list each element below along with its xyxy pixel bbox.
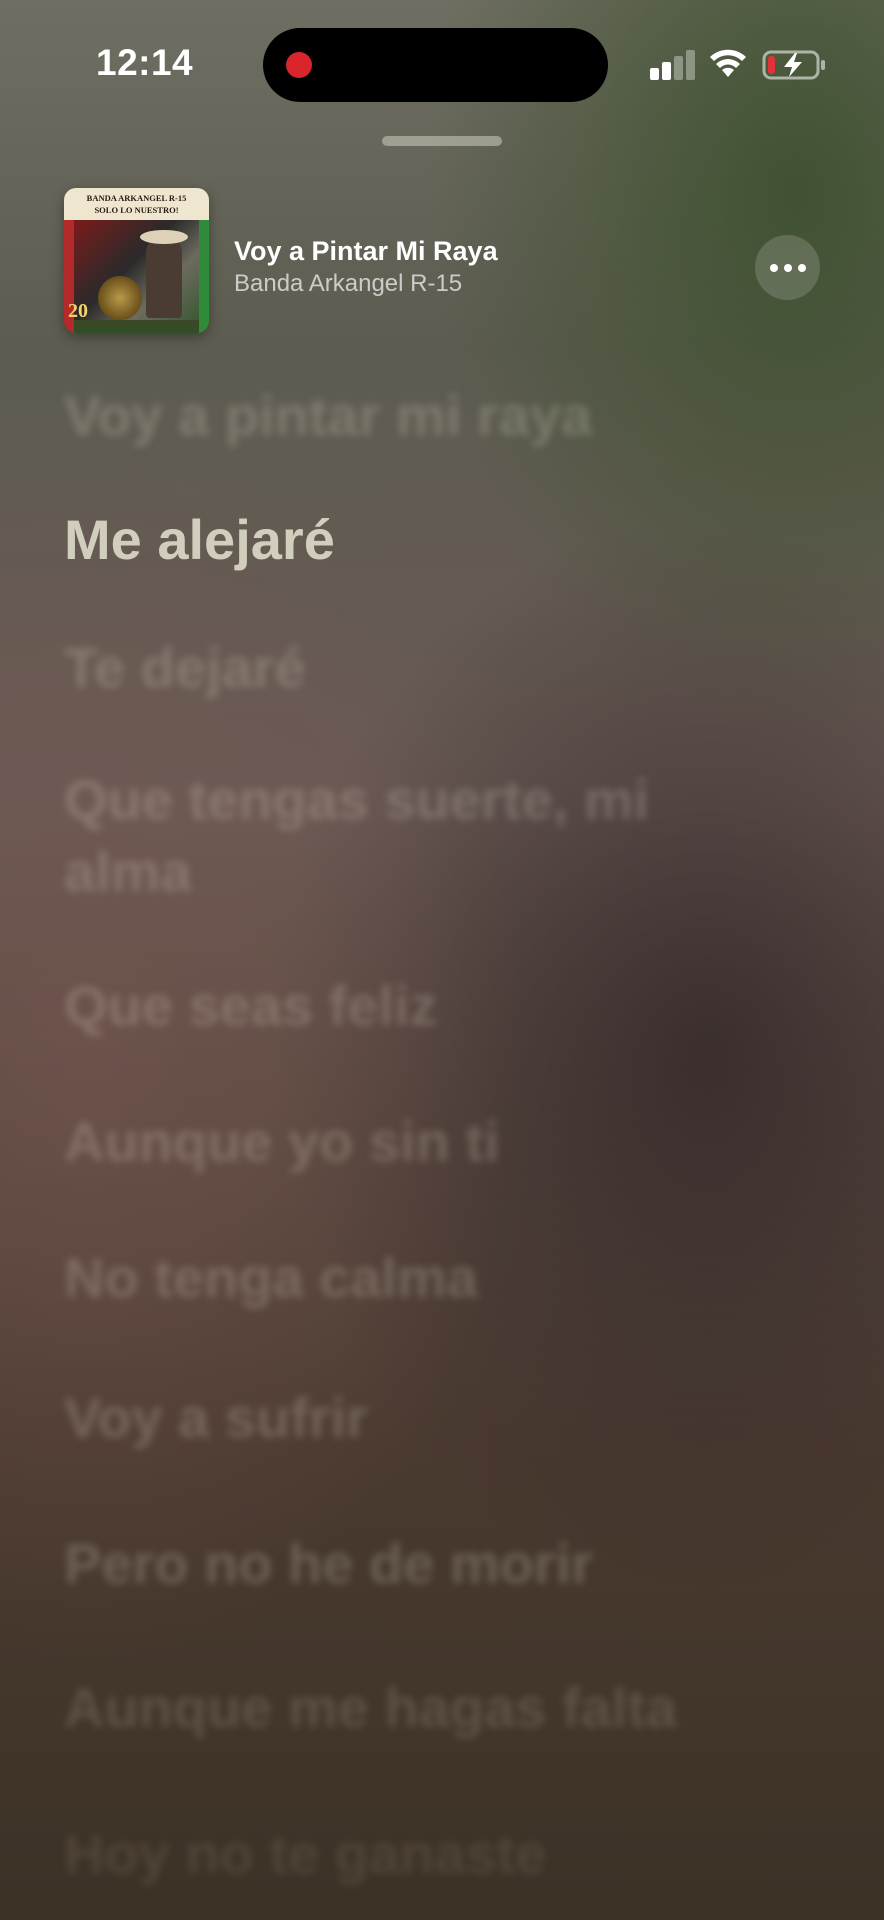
status-bar: 12:14: [0, 0, 884, 130]
status-time: 12:14: [96, 42, 194, 83]
more-dot-icon: [770, 264, 778, 272]
dynamic-island[interactable]: [263, 28, 608, 102]
more-dot-icon: [798, 264, 806, 272]
album-artwork[interactable]: BANDA ARKANGEL R-15 SOLO LO NUESTRO! 20: [64, 188, 209, 333]
lyric-line[interactable]: Te dejaré: [64, 632, 784, 704]
lyric-line[interactable]: No tenga calma: [64, 1242, 784, 1314]
lyric-line[interactable]: Que seas feliz: [64, 970, 784, 1042]
song-artist[interactable]: Banda Arkangel R-15: [234, 270, 462, 298]
wifi-icon: [710, 49, 746, 77]
artwork-medal: [98, 276, 142, 320]
lyric-line-current[interactable]: Me alejaré: [64, 504, 784, 576]
song-title[interactable]: Voy a Pintar Mi Raya: [234, 236, 498, 267]
artwork-banner: BANDA ARKANGEL R-15 SOLO LO NUESTRO!: [64, 188, 209, 220]
lyric-line[interactable]: Aunque me hagas falta: [64, 1672, 784, 1744]
sheet-grabber-handle[interactable]: [382, 136, 502, 146]
lyric-line[interactable]: Que tengas suerte, mi alma: [64, 764, 684, 908]
recording-indicator-icon: [286, 52, 312, 78]
more-options-button[interactable]: [755, 235, 820, 300]
cellular-signal-icon: [650, 50, 696, 80]
artwork-badge: 20: [68, 300, 88, 322]
artwork-hat: [140, 230, 188, 244]
more-dot-icon: [784, 264, 792, 272]
lyric-line[interactable]: Aunque yo sin ti: [64, 1106, 784, 1178]
battery-charging-icon: [762, 50, 825, 80]
artwork-banner-line2: SOLO LO NUESTRO!: [94, 205, 179, 215]
lyric-line[interactable]: Hoy no te ganaste: [64, 1818, 784, 1890]
artwork-stripe-green: [199, 220, 209, 333]
artwork-singer: [146, 238, 182, 318]
lyric-line[interactable]: Pero no he de morir: [64, 1528, 784, 1600]
lyric-line[interactable]: Voy a pintar mi raya: [64, 380, 784, 452]
lyric-line[interactable]: Voy a sufrir: [64, 1382, 784, 1454]
artwork-banner-line1: BANDA ARKANGEL R-15: [86, 193, 187, 203]
